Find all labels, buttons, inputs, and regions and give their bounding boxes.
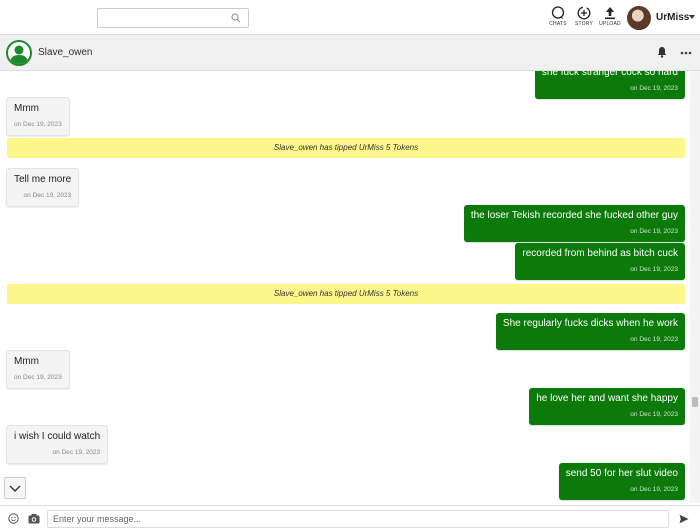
upload-icon <box>605 7 615 20</box>
message-date: on Dec 19, 2023 <box>630 336 678 343</box>
message-text: the loser Tekish recorded she fucked oth… <box>470 210 678 221</box>
message-text: he love her and want she happy <box>536 393 678 404</box>
chat-bubble-icon <box>551 6 565 19</box>
message-text: i wish I could watch <box>14 431 101 442</box>
message-date: on Dec 19, 2023 <box>630 85 678 92</box>
message-outgoing: She regularly fucks dicks when he work o… <box>495 313 685 350</box>
message-text: recorded from behind as bitch cuck <box>522 248 678 259</box>
message-incoming: i wish I could watch on Dec 19, 2023 <box>6 425 109 464</box>
message-input[interactable] <box>47 510 669 528</box>
scrollbar[interactable] <box>690 71 700 503</box>
nav-chats[interactable]: CHATS <box>545 6 571 32</box>
message-date: on Dec 19, 2023 <box>630 228 678 235</box>
message-outgoing: she fuck stranger cock so hard on Dec 19… <box>534 71 685 99</box>
nav-upload-label: UPLOAD <box>599 21 621 27</box>
message-composer <box>0 505 700 530</box>
search-icon[interactable] <box>231 13 241 23</box>
send-icon[interactable] <box>679 514 689 524</box>
message-outgoing: send 50 for her slut video on Dec 19, 20… <box>558 463 685 500</box>
message-date: on Dec 19, 2023 <box>630 266 678 273</box>
top-bar: CHATS STORY UPLOAD UrMiss <box>0 0 700 35</box>
message-date: on Dec 19, 2023 <box>23 192 72 199</box>
message-text: Mmm <box>14 103 39 114</box>
message-date: on Dec 19, 2023 <box>52 449 101 456</box>
scroll-to-bottom-button[interactable] <box>4 477 26 499</box>
nav-upload[interactable]: UPLOAD <box>597 6 623 32</box>
message-incoming: Mmm on Dec 19, 2023 <box>6 350 70 389</box>
chevron-down-icon <box>9 485 21 492</box>
nav-story[interactable]: STORY <box>571 6 597 32</box>
user-silhouette-icon <box>10 45 28 64</box>
message-outgoing: the loser Tekish recorded she fucked oth… <box>463 205 685 242</box>
chat-header: Slave_owen <box>0 35 700 71</box>
tip-notice: Slave_owen has tipped UrMiss 5 Tokens <box>7 138 685 158</box>
user-avatar[interactable] <box>627 6 651 30</box>
message-text: Mmm <box>14 356 39 367</box>
message-incoming: Tell me more on Dec 19, 2023 <box>6 168 80 207</box>
scrollbar-thumb[interactable] <box>692 397 698 407</box>
search-box[interactable] <box>97 8 249 28</box>
tip-notice: Slave_owen has tipped UrMiss 5 Tokens <box>7 284 685 304</box>
nav-story-label: STORY <box>574 21 594 27</box>
message-date: on Dec 19, 2023 <box>14 374 62 381</box>
nav-chats-label: CHATS <box>549 21 567 27</box>
message-date: on Dec 19, 2023 <box>630 411 678 418</box>
peer-name[interactable]: Slave_owen <box>38 47 92 58</box>
username[interactable]: UrMiss <box>656 12 689 23</box>
message-text: She regularly fucks dicks when he work <box>502 318 678 329</box>
more-options-icon[interactable] <box>680 51 692 55</box>
message-date: on Dec 19, 2023 <box>14 121 62 128</box>
peer-avatar[interactable] <box>6 40 32 66</box>
message-text: she fuck stranger cock so hard <box>541 71 678 78</box>
message-incoming: Mmm on Dec 19, 2023 <box>6 97 70 136</box>
message-date: on Dec 19, 2023 <box>630 486 678 493</box>
message-list: she fuck stranger cock so hard on Dec 19… <box>0 71 690 503</box>
message-text: Tell me more <box>14 174 72 185</box>
chevron-down-icon[interactable] <box>689 15 695 19</box>
bell-icon[interactable] <box>656 46 668 58</box>
message-outgoing: he love her and want she happy on Dec 19… <box>529 388 685 425</box>
camera-icon[interactable] <box>28 513 40 524</box>
message-outgoing: recorded from behind as bitch cuck on De… <box>515 243 685 280</box>
message-text: send 50 for her slut video <box>565 468 678 479</box>
emoji-icon[interactable] <box>8 513 19 524</box>
story-add-icon <box>577 6 591 20</box>
